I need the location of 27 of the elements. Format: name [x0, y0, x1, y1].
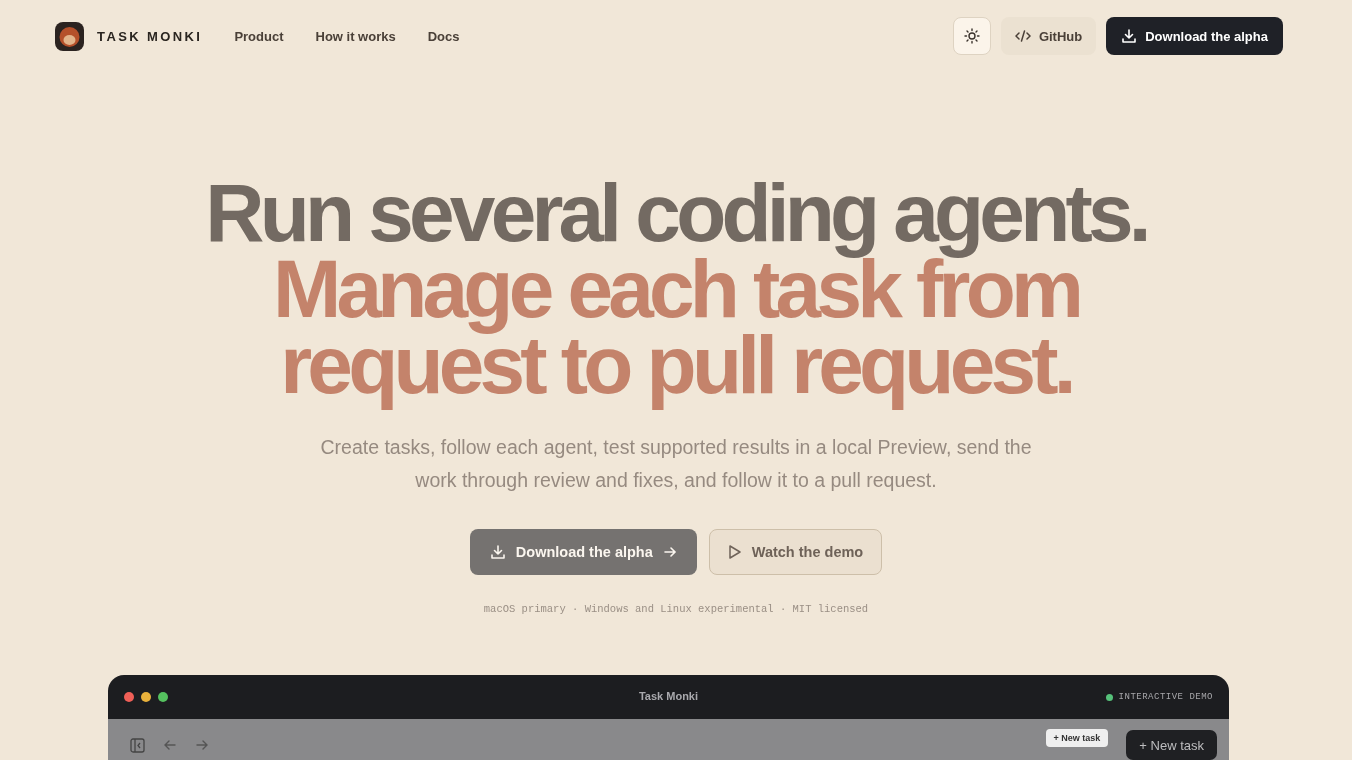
platform-note: macOS primary · Windows and Linux experimental · MIT licensed: [483, 603, 869, 615]
minimize-icon[interactable]: [141, 692, 151, 702]
demo-label: INTERACTIVE DEMO: [1118, 692, 1213, 702]
code-icon: [1014, 29, 1031, 43]
download-icon: [489, 544, 506, 560]
download-button[interactable]: Download the alpha: [469, 529, 697, 575]
arrow-right-icon: [662, 545, 677, 559]
new-task-button[interactable]: + New task: [1045, 729, 1109, 747]
nav-link[interactable]: How it works: [299, 28, 412, 44]
maximize-icon[interactable]: [158, 692, 168, 702]
download-button[interactable]: Download the alpha: [1106, 17, 1283, 55]
window-title: Task Monki: [637, 690, 700, 702]
status-dot: [1105, 693, 1113, 701]
logo-icon: [55, 21, 84, 51]
nav-link[interactable]: Docs: [411, 28, 476, 44]
sun-icon: [963, 28, 980, 44]
play-icon: [727, 544, 742, 560]
sidebar-toggle-icon[interactable]: [130, 738, 145, 753]
close-icon[interactable]: [124, 692, 134, 702]
watch-demo-button[interactable]: Watch the demo: [708, 529, 883, 575]
download-icon: [1121, 28, 1138, 44]
hero-subtitle: Create tasks, follow each agent, test supported results in a local Preview, send the work through review and fixes, and follow it to a pull request.: [319, 435, 1033, 493]
nav-link[interactable]: Product: [218, 28, 300, 44]
theme-toggle-button[interactable]: [952, 17, 991, 55]
github-button[interactable]: GitHub: [1000, 17, 1097, 55]
brand-name: TASK MONKI: [97, 28, 203, 44]
new-task-button[interactable]: + New task: [1126, 730, 1217, 760]
